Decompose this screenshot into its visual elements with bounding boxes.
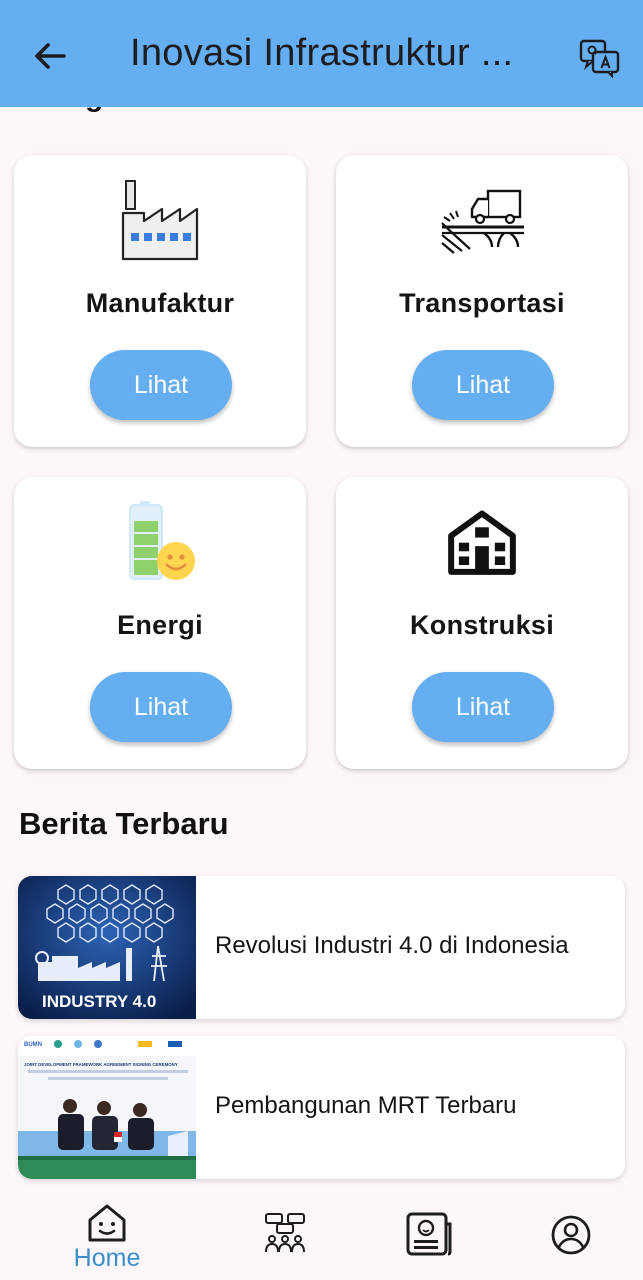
page-title: Inovasi Infrastruktur ... — [130, 32, 514, 74]
category-label: Energi — [117, 610, 203, 640]
news-item[interactable]: INDUSTRY 4.0 Revolusi Industri 4.0 di In… — [18, 876, 625, 1019]
lihat-manufaktur-button[interactable]: Lihat — [90, 350, 232, 420]
bottom-navigation: Home — [0, 1196, 643, 1280]
home-face-icon[interactable] — [84, 1200, 130, 1246]
news-item[interactable]: BUMN JOINT DEVELOPMENT FRAMEWORK AGREEME… — [18, 1036, 625, 1179]
news-icon[interactable] — [404, 1210, 452, 1258]
lihat-konstruksi-button[interactable]: Lihat — [412, 672, 554, 742]
arrow-back-icon[interactable] — [30, 36, 70, 76]
app-bar: Inovasi Infrastruktur ... — [0, 0, 643, 107]
signing-ceremony-thumbnail: BUMN JOINT DEVELOPMENT FRAMEWORK AGREEME… — [18, 1036, 196, 1179]
industry-thumbnail: INDUSTRY 4.0 — [18, 876, 196, 1019]
thumb-caption: JOINT DEVELOPMENT FRAMEWORK AGREEMENT SI… — [24, 1062, 178, 1067]
category-label: Transportasi — [399, 288, 565, 318]
category-card-manufaktur: Manufaktur Lihat — [14, 155, 306, 447]
factory-icon — [121, 180, 199, 261]
thumb-caption: INDUSTRY 4.0 — [42, 992, 156, 1011]
news-heading: Berita Terbaru — [19, 806, 229, 841]
news-title: Revolusi Industri 4.0 di Indonesia — [215, 932, 569, 959]
category-card-energi: Energi Lihat — [14, 477, 306, 769]
building-icon — [448, 510, 516, 575]
lihat-transportasi-button[interactable]: Lihat — [412, 350, 554, 420]
community-icon[interactable] — [262, 1210, 308, 1256]
translate-icon[interactable] — [578, 38, 622, 78]
nav-label-home[interactable]: Home — [64, 1244, 150, 1273]
category-card-konstruksi: Konstruksi Lihat — [336, 477, 628, 769]
battery-smile-icon — [129, 501, 195, 580]
category-card-transportasi: Transportasi Lihat — [336, 155, 628, 447]
truck-bridge-icon — [441, 189, 524, 254]
category-label: Manufaktur — [85, 288, 235, 318]
lihat-energi-button[interactable]: Lihat — [90, 672, 232, 742]
svg-text:BUMN: BUMN — [24, 1042, 42, 1048]
profile-icon[interactable] — [550, 1214, 592, 1256]
news-title: Pembangunan MRT Terbaru — [215, 1092, 517, 1119]
category-label: Konstruksi — [409, 610, 555, 640]
